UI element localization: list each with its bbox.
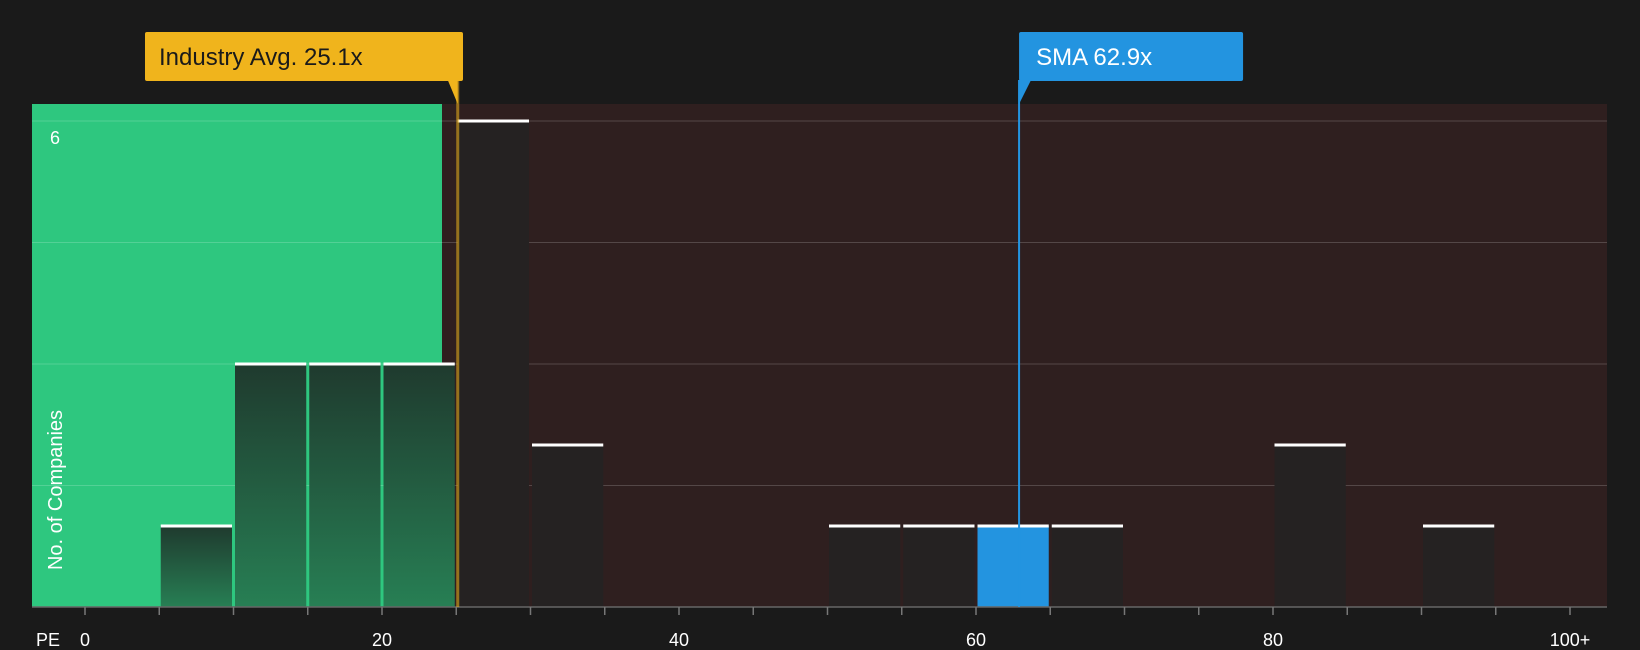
bar <box>532 445 604 607</box>
industry-avg-label: Industry Avg. 25.1x <box>159 44 363 71</box>
bar <box>829 526 901 607</box>
bar <box>309 364 381 607</box>
x-axis-label: PE <box>36 630 60 650</box>
x-tick-label: 40 <box>669 630 689 650</box>
x-tick-label: 80 <box>1263 630 1283 650</box>
company-pointer <box>1019 80 1032 104</box>
x-tick-label: 20 <box>372 630 392 650</box>
x-tick-label: 0 <box>80 630 90 650</box>
bar <box>457 121 529 607</box>
bar <box>1274 445 1346 607</box>
bar <box>903 526 975 607</box>
bar <box>235 364 307 607</box>
y-axis-label: No. of Companies <box>45 410 67 570</box>
x-tick-label: 100+ <box>1550 630 1591 650</box>
bar <box>383 364 455 607</box>
y-tick-label: 6 <box>50 128 60 148</box>
bar <box>977 526 1049 607</box>
pe-distribution-chart: 0 20 40 60 80 100+ Industry Avg. 25.1x SMA 62.… <box>32 32 1607 650</box>
bar <box>160 526 232 607</box>
company-label: SMA 62.9x <box>1036 44 1152 71</box>
x-tick-label: 60 <box>966 630 986 650</box>
x-axis: 0 20 40 60 80 100+ <box>32 606 1607 650</box>
bar <box>1423 526 1495 607</box>
bar <box>1051 526 1123 607</box>
